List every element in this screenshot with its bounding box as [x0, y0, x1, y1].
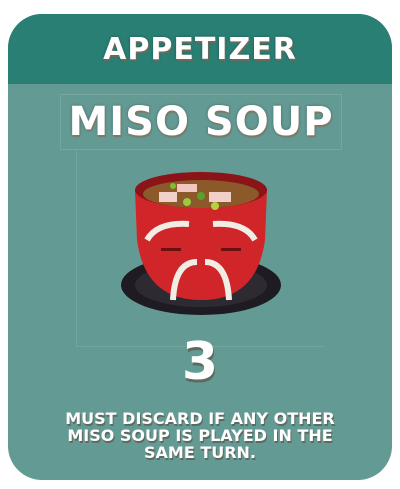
- card-rule-text: MUST DISCARD IF ANY OTHER MISO SOUP IS P…: [65, 409, 335, 462]
- card-points: 3: [181, 332, 219, 392]
- miso-soup-card[interactable]: APPETIZER MISO SOUP 3 MUST DISCARD IF AN…: [8, 14, 392, 480]
- miso-soup-bowl-icon: [121, 172, 281, 315]
- card-name: MISO SOUP: [68, 99, 334, 145]
- card-header: APPETIZER: [8, 14, 392, 84]
- card-name-box: MISO SOUP: [60, 94, 342, 150]
- card-category: APPETIZER: [103, 32, 297, 67]
- card-art: [76, 150, 325, 347]
